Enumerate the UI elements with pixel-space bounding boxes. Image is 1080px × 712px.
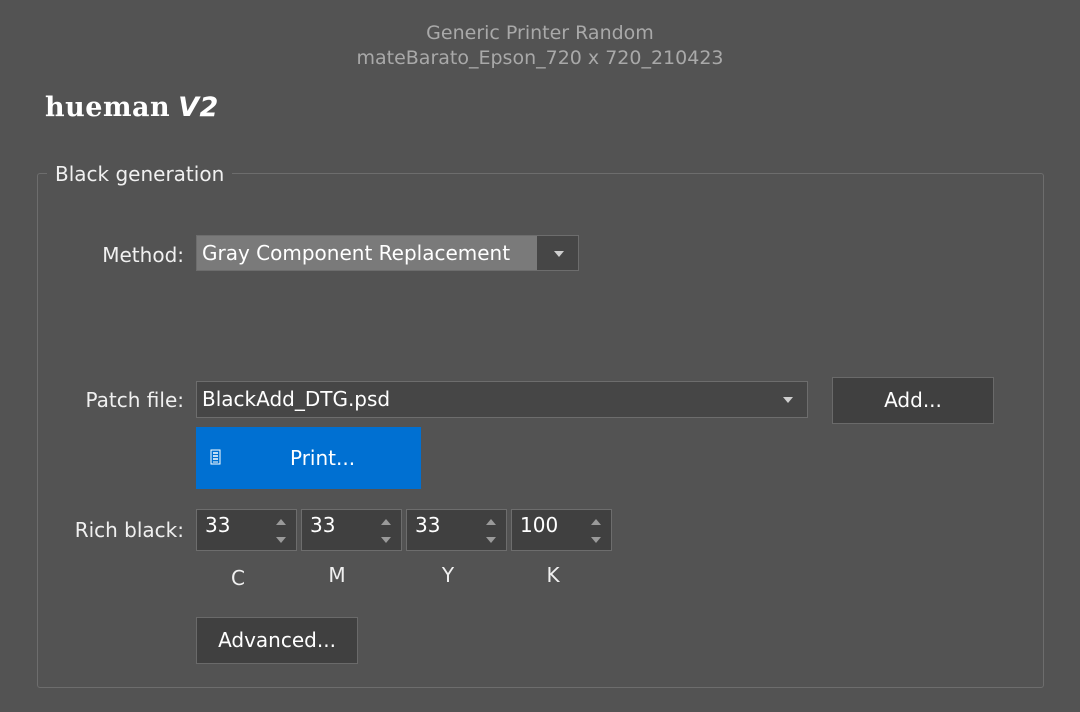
spin-up-icon[interactable]: [276, 519, 286, 525]
method-value: Gray Component Replacement: [197, 236, 537, 270]
m-value: 33: [310, 513, 336, 537]
patch-file-value: BlackAdd_DTG.psd: [202, 387, 391, 411]
spin-down-icon[interactable]: [591, 537, 601, 543]
spin-down-icon[interactable]: [381, 537, 391, 543]
spin-up-icon[interactable]: [486, 519, 496, 525]
patch-chart-icon: [210, 449, 221, 465]
spin-down-icon[interactable]: [486, 537, 496, 543]
chevron-down-icon[interactable]: [769, 382, 807, 416]
spin-up-icon[interactable]: [381, 519, 391, 525]
k-channel-label: K: [546, 563, 560, 587]
chevron-down-icon[interactable]: [540, 236, 578, 270]
patch-file-label: Patch file:: [85, 388, 185, 412]
logo-version: V2: [178, 92, 219, 123]
method-dropdown[interactable]: Gray Component Replacement: [196, 235, 579, 271]
print-label: Print...: [290, 446, 356, 470]
patch-file-dropdown[interactable]: BlackAdd_DTG.psd: [196, 381, 808, 418]
print-button[interactable]: Print...: [196, 427, 421, 489]
spin-up-icon[interactable]: [591, 519, 601, 525]
printer-name: Generic Printer Random: [426, 22, 654, 44]
k-value: 100: [520, 513, 559, 537]
hueman-logo: hueman V2: [45, 92, 219, 123]
y-value: 33: [415, 513, 441, 537]
logo-text: hueman: [45, 92, 171, 123]
c-value: 33: [205, 513, 231, 537]
advanced-button[interactable]: Advanced...: [196, 617, 358, 664]
group-title: Black generation: [47, 162, 233, 186]
profile-name: mateBarato_Epson_720 x 720_210423: [356, 47, 724, 69]
c-channel-label: C: [231, 566, 245, 590]
m-channel-label: M: [328, 563, 346, 587]
method-label: Method:: [102, 243, 184, 267]
rich-black-label: Rich black:: [74, 518, 184, 542]
add-button[interactable]: Add...: [832, 377, 994, 424]
spin-down-icon[interactable]: [276, 537, 286, 543]
k-spinbox[interactable]: 100: [511, 509, 612, 551]
y-spinbox[interactable]: 33: [406, 509, 507, 551]
c-spinbox[interactable]: 33: [196, 509, 297, 551]
y-channel-label: Y: [441, 563, 455, 587]
m-spinbox[interactable]: 33: [301, 509, 402, 551]
